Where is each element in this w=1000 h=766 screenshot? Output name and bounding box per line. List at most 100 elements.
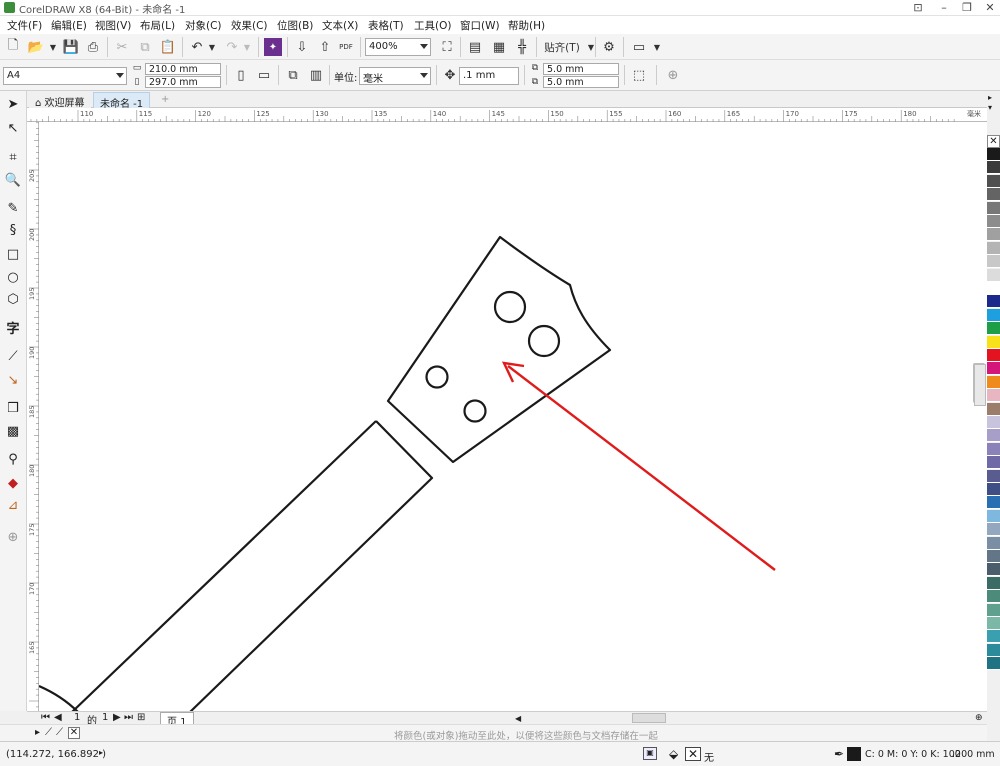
tab-document[interactable]: 未命名 -1 — [93, 92, 151, 110]
palette-swatch[interactable] — [987, 295, 1000, 309]
zoom-fit-icon[interactable]: ⊕ — [975, 713, 983, 723]
menu-bitmaps[interactable]: 位图(B) — [277, 18, 313, 33]
duplicate-x-field[interactable]: 5.0 mm — [543, 63, 619, 75]
palette-swatch[interactable] — [987, 523, 1000, 537]
tuning-peg-hole-3[interactable] — [425, 365, 449, 389]
palette-swatch[interactable] — [987, 362, 1000, 376]
palette-swatch[interactable] — [987, 416, 1000, 429]
new-tab-button[interactable]: + — [155, 92, 175, 108]
tuning-peg-hole-1[interactable] — [493, 290, 527, 324]
rectangle-tool-icon[interactable]: □ — [4, 245, 22, 263]
zoom-level-combo[interactable]: 400% — [365, 38, 431, 56]
menu-edit[interactable]: 编辑(E) — [51, 18, 87, 33]
vertical-ruler[interactable]: 205 200 195 190 185 180 175 170 165 — [27, 122, 39, 712]
publish-pdf-icon[interactable]: PDF — [337, 38, 355, 56]
save-icon[interactable]: 💾 — [62, 38, 80, 56]
palette-swatch[interactable] — [987, 469, 1000, 483]
import-icon[interactable]: ⇩ — [293, 38, 311, 56]
menu-layout[interactable]: 布局(L) — [140, 18, 175, 33]
palette-swatch[interactable] — [987, 630, 1000, 644]
tuning-peg-hole-2[interactable] — [527, 324, 561, 358]
all-pages-icon[interactable]: ⧉ — [284, 66, 302, 84]
minimize-button[interactable]: – — [932, 0, 956, 16]
application-launcher-icon[interactable]: ▭ — [630, 38, 648, 56]
palette-swatch[interactable] — [987, 590, 1000, 604]
horizontal-ruler[interactable]: 110 115 120 125 130 135 140 145 150 155 160 165 170 1… — [27, 108, 987, 122]
palette-swatch[interactable] — [987, 268, 1000, 282]
pick-tool-icon[interactable]: ➤ — [4, 95, 22, 113]
palette-swatch[interactable] — [987, 563, 1000, 577]
fill-bucket-icon[interactable]: ⬙ — [669, 747, 678, 761]
palette-swatch[interactable] — [987, 255, 1000, 269]
eyedropper-small-icon[interactable]: ⟋ — [45, 727, 52, 738]
account-icon[interactable]: ⊡ — [906, 0, 930, 16]
page-width-field[interactable]: 210.0 mm — [145, 63, 221, 75]
add-page-icon[interactable]: ⊞ — [137, 712, 145, 723]
duplicate-y-field[interactable]: 5.0 mm — [543, 76, 619, 88]
palette-swatch[interactable] — [987, 576, 1000, 590]
interactive-fill-icon[interactable]: ◆ — [4, 474, 22, 492]
palette-swatch[interactable] — [987, 657, 1000, 671]
palette-swatch[interactable] — [987, 228, 1000, 242]
open-folder-icon[interactable]: 📂 — [27, 38, 45, 56]
palette-swatch[interactable] — [987, 215, 1000, 228]
status-menu-icon[interactable]: ▸ — [99, 748, 103, 757]
eyedropper-icon[interactable]: ⚲ — [4, 450, 22, 468]
fill-none-swatch[interactable]: ✕ — [685, 747, 701, 761]
show-guidelines-icon[interactable]: ╬ — [513, 38, 531, 56]
palette-swatch[interactable] — [987, 550, 1000, 563]
page-border-icon[interactable]: ⬚ — [630, 66, 648, 84]
restore-button[interactable]: ❐ — [955, 0, 979, 16]
no-fill-swatch[interactable]: ✕ — [68, 727, 80, 739]
menu-table[interactable]: 表格(T) — [368, 18, 404, 33]
palette-swatch[interactable] — [987, 402, 1000, 416]
tuning-peg-hole-4[interactable] — [463, 399, 487, 423]
portrait-icon[interactable]: ▯ — [232, 66, 250, 84]
tab-welcome[interactable]: ⌂ 欢迎屏幕 — [29, 92, 91, 109]
palette-arrow-icon[interactable]: ▸ — [35, 727, 40, 738]
open-dropdown-icon[interactable]: ▼ — [44, 38, 62, 56]
last-page-icon[interactable]: ⏭ — [124, 712, 133, 723]
palette-swatch[interactable] — [987, 456, 1000, 470]
palette-swatch[interactable] — [987, 148, 1000, 161]
palette-swatch[interactable] — [987, 322, 1000, 336]
connector-tool-icon[interactable]: ↘ — [4, 371, 22, 389]
launcher-dropdown-icon[interactable]: ▼ — [648, 38, 666, 56]
palette-swatch[interactable] — [987, 536, 1000, 550]
vertical-scrollbar-thumb[interactable] — [974, 364, 986, 406]
palette-swatch[interactable] — [987, 188, 1000, 202]
horizontal-scrollbar-thumb[interactable] — [632, 713, 666, 723]
close-button[interactable]: ✕ — [978, 0, 1000, 16]
palette-swatch[interactable] — [987, 375, 1000, 389]
palette-swatch[interactable] — [987, 496, 1000, 510]
full-screen-icon[interactable]: ⛶ — [438, 38, 456, 56]
menu-tools[interactable]: 工具(O) — [414, 18, 451, 33]
ellipse-tool-icon[interactable]: ○ — [4, 268, 22, 286]
palette-swatch[interactable] — [987, 617, 1000, 630]
palette-swatch[interactable] — [987, 509, 1000, 523]
outline-pen-icon[interactable]: ✒ — [834, 747, 844, 761]
scroll-left-icon[interactable]: ◀ — [515, 714, 521, 723]
add-tool-icon[interactable]: ⊕ — [4, 528, 22, 546]
crop-tool-icon[interactable]: ⌗ — [4, 148, 22, 166]
redo-dropdown-icon[interactable]: ▼ — [238, 38, 256, 56]
landscape-icon[interactable]: ▭ — [255, 66, 273, 84]
search-content-icon[interactable]: ✦ — [264, 38, 282, 56]
palette-scroll-up-icon[interactable]: ▸ — [988, 93, 992, 102]
menu-help[interactable]: 帮助(H) — [508, 18, 545, 33]
paste-icon[interactable]: 📋 — [159, 38, 177, 56]
first-page-icon[interactable]: ⏮ — [41, 712, 50, 723]
drawing-canvas[interactable] — [39, 122, 987, 712]
palette-swatch[interactable] — [987, 282, 1000, 295]
palette-swatch[interactable] — [987, 201, 1000, 215]
menu-view[interactable]: 视图(V) — [95, 18, 131, 33]
print-icon[interactable]: ⎙ — [84, 38, 102, 56]
units-combo[interactable]: 毫米 — [359, 67, 431, 85]
show-rulers-icon[interactable]: ▤ — [466, 38, 484, 56]
palette-swatch[interactable] — [987, 241, 1000, 255]
copy-icon[interactable]: ⧉ — [136, 38, 154, 56]
menu-text[interactable]: 文本(X) — [322, 18, 358, 33]
parallel-dimension-icon[interactable]: ⟋ — [4, 347, 22, 365]
palette-swatch[interactable] — [987, 483, 1000, 496]
palette-swatch[interactable] — [987, 429, 1000, 443]
